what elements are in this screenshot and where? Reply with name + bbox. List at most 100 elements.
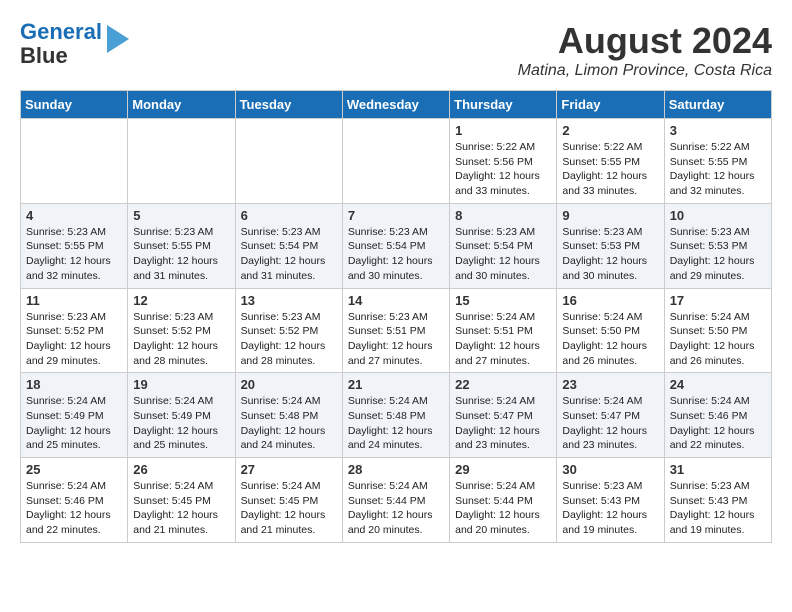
day-info: Sunrise: 5:23 AM Sunset: 5:53 PM Dayligh… (562, 225, 658, 284)
day-info: Sunrise: 5:24 AM Sunset: 5:47 PM Dayligh… (455, 394, 551, 453)
calendar-cell: 5 Sunrise: 5:23 AM Sunset: 5:55 PM Daylig… (128, 203, 235, 288)
calendar-header: SundayMondayTuesdayWednesdayThursdayFrid… (21, 91, 772, 119)
calendar-cell: 16Sunrise: 5:24 AM Sunset: 5:50 PM Dayli… (557, 288, 664, 373)
calendar-table: SundayMondayTuesdayWednesdayThursdayFrid… (20, 90, 772, 543)
day-number: 17 (670, 293, 766, 308)
day-info: Sunrise: 5:22 AM Sunset: 5:56 PM Dayligh… (455, 140, 551, 199)
calendar-week-row: 11 Sunrise: 5:23 AM Sunset: 5:52 PM Dayli… (21, 288, 772, 373)
calendar-cell (342, 119, 449, 204)
weekday-header-monday: Monday (128, 91, 235, 119)
day-info: Sunrise: 5:23 AM Sunset: 5:55 PM Dayligh… (26, 225, 122, 284)
logo-arrow-icon (107, 25, 129, 53)
day-info: Sunrise: 5:23 AM Sunset: 5:51 PM Dayligh… (348, 310, 444, 369)
weekday-header-wednesday: Wednesday (342, 91, 449, 119)
day-info: Sunrise: 5:23 AM Sunset: 5:54 PM Dayligh… (348, 225, 444, 284)
weekday-header-thursday: Thursday (450, 91, 557, 119)
calendar-cell: 2 Sunrise: 5:22 AM Sunset: 5:55 PM Daylig… (557, 119, 664, 204)
day-number: 15 (455, 293, 551, 308)
calendar-cell: 8 Sunrise: 5:23 AM Sunset: 5:54 PM Daylig… (450, 203, 557, 288)
calendar-cell: 1 Sunrise: 5:22 AM Sunset: 5:56 PM Daylig… (450, 119, 557, 204)
day-info: Sunrise: 5:24 AM Sunset: 5:45 PM Dayligh… (133, 479, 229, 538)
day-number: 10 (670, 208, 766, 223)
day-number: 22 (455, 377, 551, 392)
day-number: 23 (562, 377, 658, 392)
calendar-cell: 23 Sunrise: 5:24 AM Sunset: 5:47 PM Dayli… (557, 373, 664, 458)
day-number: 16 (562, 293, 658, 308)
day-info: Sunrise: 5:23 AM Sunset: 5:43 PM Dayligh… (670, 479, 766, 538)
day-info: Sunrise: 5:24 AM Sunset: 5:44 PM Dayligh… (455, 479, 551, 538)
calendar-cell: 7 Sunrise: 5:23 AM Sunset: 5:54 PM Daylig… (342, 203, 449, 288)
day-info: Sunrise: 5:24 AM Sunset: 5:51 PM Dayligh… (455, 310, 551, 369)
day-number: 30 (562, 462, 658, 477)
calendar-cell: 30 Sunrise: 5:23 AM Sunset: 5:43 PM Dayli… (557, 458, 664, 543)
day-info: Sunrise: 5:24 AM Sunset: 5:48 PM Dayligh… (348, 394, 444, 453)
logo-general: General (20, 19, 102, 44)
day-info: Sunrise: 5:23 AM Sunset: 5:55 PM Dayligh… (133, 225, 229, 284)
calendar-cell: 12Sunrise: 5:23 AM Sunset: 5:52 PM Dayli… (128, 288, 235, 373)
day-number: 8 (455, 208, 551, 223)
calendar-week-row: 4 Sunrise: 5:23 AM Sunset: 5:55 PM Daylig… (21, 203, 772, 288)
weekday-header-sunday: Sunday (21, 91, 128, 119)
day-number: 31 (670, 462, 766, 477)
calendar-week-row: 1 Sunrise: 5:22 AM Sunset: 5:56 PM Daylig… (21, 119, 772, 204)
day-number: 28 (348, 462, 444, 477)
day-number: 19 (133, 377, 229, 392)
day-info: Sunrise: 5:22 AM Sunset: 5:55 PM Dayligh… (562, 140, 658, 199)
calendar-cell: 26Sunrise: 5:24 AM Sunset: 5:45 PM Dayli… (128, 458, 235, 543)
calendar-cell: 18 Sunrise: 5:24 AM Sunset: 5:49 PM Dayli… (21, 373, 128, 458)
calendar-cell (21, 119, 128, 204)
day-info: Sunrise: 5:24 AM Sunset: 5:45 PM Dayligh… (241, 479, 337, 538)
day-number: 1 (455, 123, 551, 138)
calendar-cell (235, 119, 342, 204)
calendar-cell: 19Sunrise: 5:24 AM Sunset: 5:49 PM Dayli… (128, 373, 235, 458)
calendar-cell: 28Sunrise: 5:24 AM Sunset: 5:44 PM Dayli… (342, 458, 449, 543)
calendar-cell: 20Sunrise: 5:24 AM Sunset: 5:48 PM Dayli… (235, 373, 342, 458)
calendar-cell: 4 Sunrise: 5:23 AM Sunset: 5:55 PM Daylig… (21, 203, 128, 288)
day-number: 12 (133, 293, 229, 308)
day-number: 5 (133, 208, 229, 223)
calendar-cell: 10Sunrise: 5:23 AM Sunset: 5:53 PM Dayli… (664, 203, 771, 288)
weekday-header-tuesday: Tuesday (235, 91, 342, 119)
day-number: 21 (348, 377, 444, 392)
day-number: 18 (26, 377, 122, 392)
calendar-cell: 11 Sunrise: 5:23 AM Sunset: 5:52 PM Dayli… (21, 288, 128, 373)
day-info: Sunrise: 5:23 AM Sunset: 5:54 PM Dayligh… (455, 225, 551, 284)
day-number: 25 (26, 462, 122, 477)
day-info: Sunrise: 5:22 AM Sunset: 5:55 PM Dayligh… (670, 140, 766, 199)
calendar-cell: 24 Sunrise: 5:24 AM Sunset: 5:46 PM Dayli… (664, 373, 771, 458)
day-number: 14 (348, 293, 444, 308)
day-number: 7 (348, 208, 444, 223)
day-info: Sunrise: 5:24 AM Sunset: 5:49 PM Dayligh… (26, 394, 122, 453)
logo-text: General Blue (20, 20, 102, 68)
calendar-cell: 21 Sunrise: 5:24 AM Sunset: 5:48 PM Dayli… (342, 373, 449, 458)
day-info: Sunrise: 5:23 AM Sunset: 5:52 PM Dayligh… (26, 310, 122, 369)
day-number: 13 (241, 293, 337, 308)
calendar-cell: 17Sunrise: 5:24 AM Sunset: 5:50 PM Dayli… (664, 288, 771, 373)
page-header: General Blue August 2024 Matina, Limon P… (20, 20, 772, 80)
day-number: 11 (26, 293, 122, 308)
month-year-title: August 2024 (518, 20, 772, 62)
calendar-cell: 27 Sunrise: 5:24 AM Sunset: 5:45 PM Dayli… (235, 458, 342, 543)
weekday-header-friday: Friday (557, 91, 664, 119)
weekday-header-saturday: Saturday (664, 91, 771, 119)
calendar-cell: 15 Sunrise: 5:24 AM Sunset: 5:51 PM Dayli… (450, 288, 557, 373)
location-subtitle: Matina, Limon Province, Costa Rica (518, 62, 772, 80)
calendar-cell (128, 119, 235, 204)
logo: General Blue (20, 20, 129, 68)
calendar-week-row: 25Sunrise: 5:24 AM Sunset: 5:46 PM Dayli… (21, 458, 772, 543)
day-number: 2 (562, 123, 658, 138)
day-number: 4 (26, 208, 122, 223)
day-number: 27 (241, 462, 337, 477)
day-info: Sunrise: 5:23 AM Sunset: 5:43 PM Dayligh… (562, 479, 658, 538)
day-info: Sunrise: 5:23 AM Sunset: 5:54 PM Dayligh… (241, 225, 337, 284)
calendar-cell: 13Sunrise: 5:23 AM Sunset: 5:52 PM Dayli… (235, 288, 342, 373)
day-info: Sunrise: 5:24 AM Sunset: 5:47 PM Dayligh… (562, 394, 658, 453)
calendar-cell: 29 Sunrise: 5:24 AM Sunset: 5:44 PM Dayli… (450, 458, 557, 543)
day-number: 29 (455, 462, 551, 477)
title-block: August 2024 Matina, Limon Province, Cost… (518, 20, 772, 80)
day-info: Sunrise: 5:24 AM Sunset: 5:46 PM Dayligh… (670, 394, 766, 453)
calendar-cell: 25Sunrise: 5:24 AM Sunset: 5:46 PM Dayli… (21, 458, 128, 543)
day-number: 6 (241, 208, 337, 223)
calendar-cell: 9Sunrise: 5:23 AM Sunset: 5:53 PM Daylig… (557, 203, 664, 288)
day-number: 24 (670, 377, 766, 392)
